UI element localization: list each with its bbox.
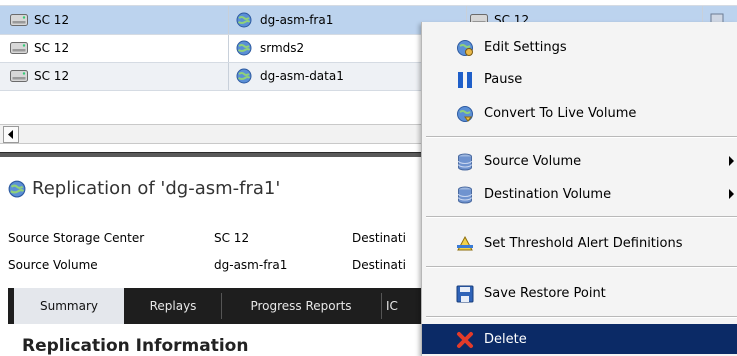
edit-settings-icon xyxy=(456,39,474,57)
menu-item-destination-volume[interactable]: Destination Volume xyxy=(422,179,737,209)
storage-center-cell: SC 12 xyxy=(10,62,69,90)
menu-item-label: Destination Volume xyxy=(484,186,612,202)
volume-cell: dg-asm-fra1 xyxy=(236,6,333,34)
volume-icon xyxy=(456,186,474,204)
live-volume-icon xyxy=(456,105,474,123)
field-label: Source Storage Center xyxy=(8,231,145,245)
menu-item-label: Pause xyxy=(484,71,523,87)
field-value: dg-asm-fra1 xyxy=(214,258,288,272)
field-label-clipped: Destinati xyxy=(352,258,406,272)
storage-center-label: SC 12 xyxy=(34,13,70,27)
delete-icon xyxy=(456,331,474,349)
volume-label: dg-asm-data1 xyxy=(260,69,344,83)
panel-splitter[interactable] xyxy=(0,152,430,157)
tab-progress-reports[interactable]: Progress Reports xyxy=(222,288,380,324)
menu-item-label: Save Restore Point xyxy=(484,285,606,301)
pause-icon xyxy=(456,71,474,89)
menu-separator xyxy=(426,216,737,218)
field-label: Source Volume xyxy=(8,258,98,272)
threshold-icon xyxy=(456,235,474,253)
tab-bar: Summary Replays Progress Reports IC xyxy=(8,288,438,324)
page-title: Replication of 'dg-asm-fra1' xyxy=(8,178,280,199)
menu-separator xyxy=(426,266,737,268)
storage-center-icon xyxy=(10,69,28,83)
menu-item-label: Convert To Live Volume xyxy=(484,105,637,121)
storage-center-label: SC 12 xyxy=(34,69,70,83)
storage-center-cell: SC 12 xyxy=(10,34,69,62)
globe-icon xyxy=(8,180,26,198)
storage-center-cell: SC 12 xyxy=(10,6,69,34)
save-icon xyxy=(456,285,474,303)
globe-icon xyxy=(236,68,252,84)
storage-center-label: SC 12 xyxy=(34,41,70,55)
menu-item-delete[interactable]: Delete xyxy=(422,324,737,354)
menu-separator xyxy=(426,136,737,138)
context-menu: Edit Settings Pause Convert To Live Volu… xyxy=(421,22,737,356)
volume-icon xyxy=(456,153,474,171)
volume-cell: dg-asm-data1 xyxy=(236,62,344,90)
tab-summary[interactable]: Summary xyxy=(14,288,124,324)
scroll-left-button[interactable] xyxy=(3,126,19,143)
volume-label: srmds2 xyxy=(260,41,305,55)
column-divider xyxy=(228,6,229,90)
menu-item-label: Edit Settings xyxy=(484,39,567,55)
section-heading: Replication Information xyxy=(22,336,249,356)
menu-item-edit-settings[interactable]: Edit Settings xyxy=(422,32,737,62)
menu-item-source-volume[interactable]: Source Volume xyxy=(422,146,737,176)
menu-separator xyxy=(426,316,737,318)
storage-center-icon xyxy=(10,41,28,55)
volume-label: dg-asm-fra1 xyxy=(260,13,334,27)
menu-item-convert-live-volume[interactable]: Convert To Live Volume xyxy=(422,98,737,128)
menu-item-label: Delete xyxy=(484,331,527,347)
menu-item-label: Set Threshold Alert Definitions xyxy=(484,235,683,251)
menu-item-set-threshold-alert[interactable]: Set Threshold Alert Definitions xyxy=(422,228,737,258)
menu-item-pause[interactable]: Pause xyxy=(422,64,737,94)
storage-center-icon xyxy=(10,13,28,27)
globe-icon xyxy=(236,12,252,28)
horizontal-scrollbar[interactable] xyxy=(0,124,430,144)
field-label-clipped: Destinati xyxy=(352,231,406,245)
menu-item-save-restore-point[interactable]: Save Restore Point xyxy=(422,278,737,308)
globe-icon xyxy=(236,40,252,56)
volume-cell: srmds2 xyxy=(236,34,304,62)
arrow-left-icon xyxy=(8,130,13,139)
detail-title: Replication of 'dg-asm-fra1' xyxy=(32,178,281,199)
submenu-arrow-icon xyxy=(729,189,734,199)
menu-item-label: Source Volume xyxy=(484,153,582,169)
submenu-arrow-icon xyxy=(729,156,734,166)
tab-replays[interactable]: Replays xyxy=(126,288,220,324)
field-value: SC 12 xyxy=(214,231,250,245)
